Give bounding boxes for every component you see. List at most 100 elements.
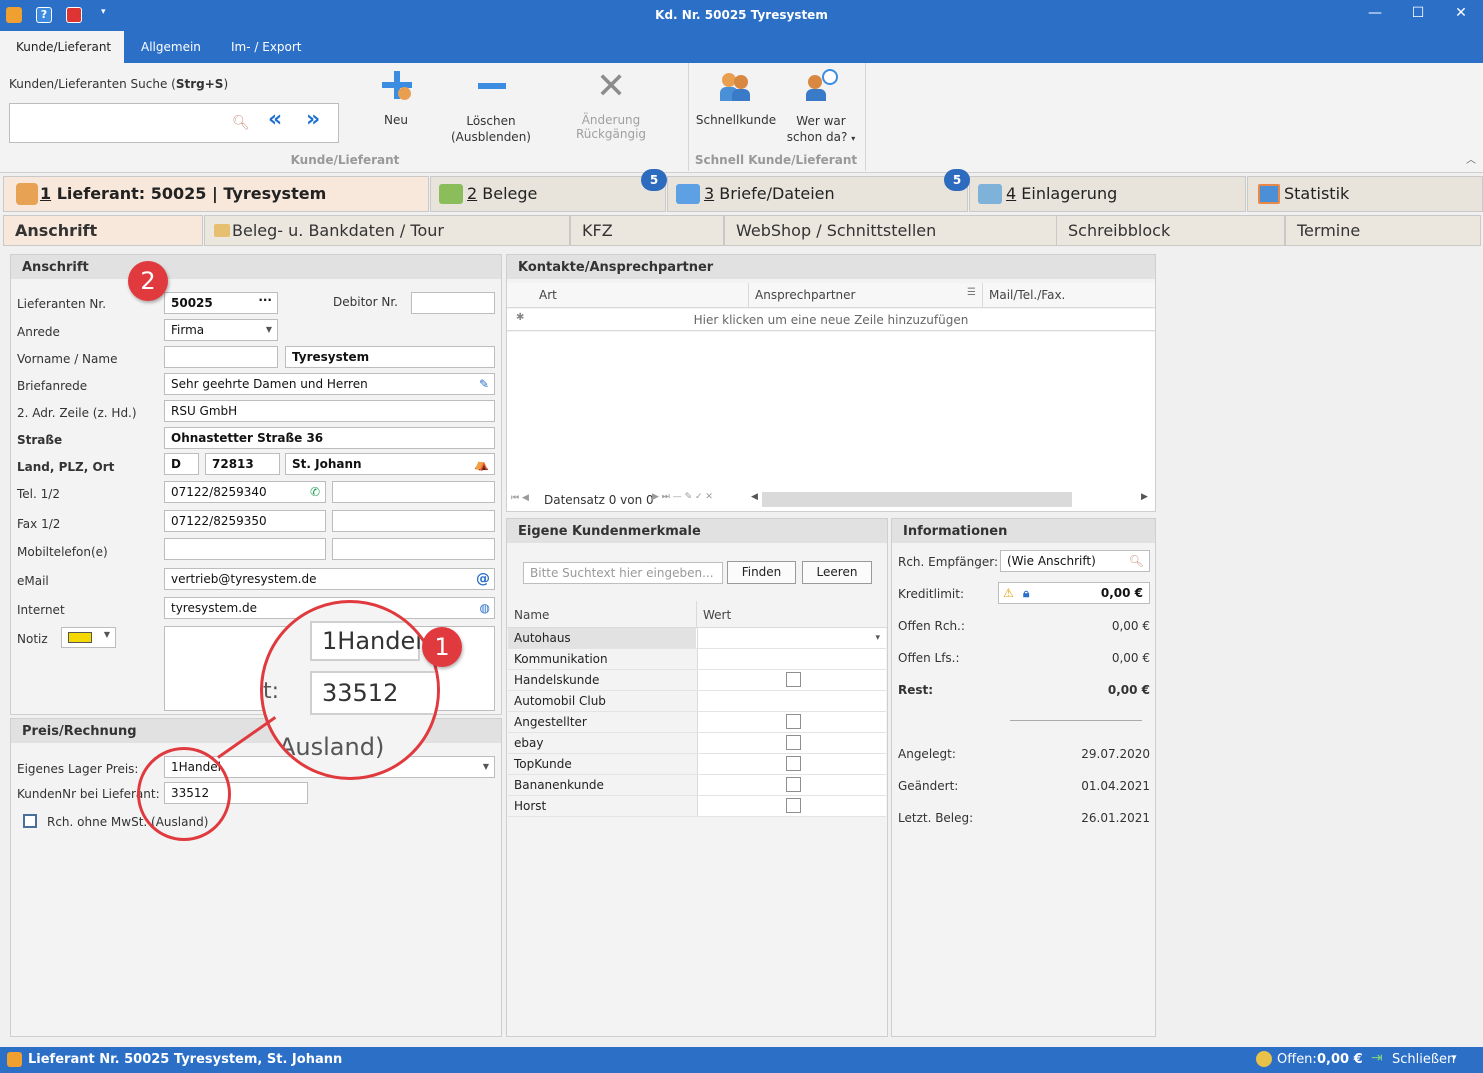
map-pin-icon[interactable]: ⛺: [474, 454, 489, 474]
attribute-checkbox[interactable]: [786, 735, 801, 750]
tab-statistik[interactable]: Statistik: [1247, 176, 1483, 212]
attribute-checkbox[interactable]: [786, 714, 801, 729]
clear-button[interactable]: Leeren: [802, 561, 872, 584]
debitor-field[interactable]: [411, 292, 495, 314]
mobile2-field[interactable]: [332, 538, 495, 560]
subtab-kfz[interactable]: KFZ: [570, 215, 724, 246]
table-row[interactable]: Horst: [508, 796, 886, 817]
table-row[interactable]: TopKunde: [508, 754, 886, 775]
table-row[interactable]: Bananenkunde: [508, 775, 886, 796]
horizontal-scrollbar[interactable]: [762, 492, 1072, 507]
subtab-beleg-bankdaten[interactable]: Beleg- u. Bankdaten / Tour: [204, 215, 570, 246]
table-row[interactable]: Handelskunde: [508, 670, 886, 691]
no-vat-checkbox[interactable]: [23, 814, 37, 828]
table-row[interactable]: Automobil Club: [508, 691, 886, 712]
city-field[interactable]: St. Johann ⛺: [285, 453, 495, 475]
navigator-edit-icons[interactable]: ▶ ⏭ — ✎ ✓ ✕: [652, 492, 713, 502]
table-row[interactable]: Angestellter: [508, 712, 886, 733]
column-art[interactable]: Art: [539, 288, 557, 302]
next-result-icon[interactable]: »: [306, 109, 320, 131]
attribute-value-cell[interactable]: [697, 691, 886, 711]
lock-icon[interactable]: 🔒︎: [1023, 583, 1029, 603]
zip-field[interactable]: 72813: [205, 453, 280, 475]
attribute-value-cell[interactable]: [697, 649, 886, 669]
attribute-value-cell[interactable]: [697, 670, 886, 690]
mobile1-field[interactable]: [164, 538, 326, 560]
ribbon-tab-allgemein[interactable]: Allgemein: [125, 31, 217, 63]
delete-button[interactable]: Löschen (Ausblenden): [448, 113, 534, 145]
chevron-down-icon[interactable]: ▾: [1452, 1053, 1457, 1063]
tab-belege[interactable]: 2 Belege: [430, 176, 666, 212]
phone-icon[interactable]: ✆: [310, 482, 320, 502]
note-color-picker[interactable]: ▼: [61, 627, 116, 648]
table-row[interactable]: ebay: [508, 733, 886, 754]
more-button[interactable]: ···: [258, 293, 272, 310]
credit-limit-field[interactable]: ⚠ 🔒︎ 0,00 €: [998, 582, 1150, 604]
address-line2-field[interactable]: RSU GmbH: [164, 400, 495, 422]
fax1-field[interactable]: 07122/8259350: [164, 510, 326, 532]
who-was-here-button[interactable]: Wer war schon da? ▾: [785, 113, 857, 147]
attribute-value-cell[interactable]: [697, 712, 886, 732]
supplier-number-field[interactable]: 50025 ···: [164, 292, 278, 314]
ribbon-tab-import-export[interactable]: Im- / Export: [215, 31, 318, 63]
phone2-field[interactable]: [332, 481, 495, 503]
attribute-value-cell[interactable]: [697, 796, 886, 816]
new-button[interactable]: Neu: [370, 113, 422, 127]
close-button[interactable]: Schließen: [1392, 1052, 1455, 1067]
column-value[interactable]: Wert: [703, 608, 731, 622]
delete-icon[interactable]: [478, 83, 506, 89]
tab-einlagerung[interactable]: 4 Einlagerung: [969, 176, 1246, 212]
attribute-value-cell[interactable]: [697, 733, 886, 753]
collapse-ribbon-icon[interactable]: ︿: [1466, 151, 1476, 166]
globe-icon[interactable]: ◍: [480, 598, 490, 618]
attribute-value-cell[interactable]: [697, 775, 886, 795]
phone1-field[interactable]: 07122/8259340 ✆: [164, 481, 326, 503]
salutation-select[interactable]: Firma ▼: [164, 319, 278, 341]
new-customer-icon[interactable]: [382, 71, 412, 101]
ribbon-tab-kunde-lieferant[interactable]: Kunde/Lieferant: [0, 31, 124, 63]
maximize-button[interactable]: ☐: [1398, 5, 1438, 21]
sort-icon[interactable]: ☰: [967, 287, 976, 298]
close-window-button[interactable]: ✕: [1441, 5, 1481, 21]
column-mail-tel-fax[interactable]: Mail/Tel./Fax.: [989, 288, 1065, 302]
at-icon[interactable]: @: [476, 569, 490, 589]
last-name-field[interactable]: Tyresystem: [285, 346, 495, 368]
first-name-field[interactable]: [164, 346, 278, 368]
scroll-left-icon[interactable]: ◀: [751, 492, 758, 502]
subtab-termine[interactable]: Termine: [1285, 215, 1481, 246]
table-row[interactable]: Autohaus ▾: [508, 628, 886, 649]
column-name[interactable]: Name: [514, 608, 549, 622]
customer-search-input[interactable]: 🔍︎ « »: [9, 103, 339, 143]
fax2-field[interactable]: [332, 510, 495, 532]
chevron-down-icon[interactable]: ▾: [875, 628, 880, 648]
country-field[interactable]: D: [164, 453, 199, 475]
table-row[interactable]: Kommunikation: [508, 649, 886, 670]
pencil-icon[interactable]: ✎: [479, 374, 489, 394]
column-ansprechpartner[interactable]: Ansprechpartner: [755, 288, 855, 302]
navigator-icons[interactable]: ⏮ ◀: [511, 493, 529, 503]
street-field[interactable]: Ohnastetter Straße 36: [164, 427, 495, 449]
attribute-value-cell[interactable]: [697, 754, 886, 774]
minimize-button[interactable]: —: [1355, 5, 1395, 21]
undo-changes-button[interactable]: Änderung Rückgängig: [545, 113, 677, 141]
attribute-checkbox[interactable]: [786, 756, 801, 771]
quick-customer-icon[interactable]: [720, 71, 752, 103]
previous-result-icon[interactable]: «: [268, 109, 282, 131]
who-was-here-icon[interactable]: [806, 69, 840, 103]
letter-salutation-field[interactable]: Sehr geehrte Damen und Herren ✎: [164, 373, 495, 395]
tab-briefe-dateien[interactable]: 3 Briefe/Dateien: [667, 176, 968, 212]
search-icon[interactable]: 🔍︎: [232, 113, 250, 133]
attribute-checkbox[interactable]: [786, 672, 801, 687]
invoice-recipient-field[interactable]: (Wie Anschrift) 🔍︎: [1000, 550, 1150, 572]
tab-lieferant[interactable]: 1 Lieferant: 50025 | Tyresystem: [3, 176, 429, 212]
search-icon[interactable]: 🔍︎: [1129, 551, 1144, 571]
attribute-value-cell[interactable]: ▾: [697, 628, 886, 648]
subtab-schreibblock[interactable]: Schreibblock: [1056, 215, 1285, 246]
scroll-right-icon[interactable]: ▶: [1141, 492, 1148, 502]
new-row[interactable]: ✱ Hier klicken um eine neue Zeile hinzuz…: [507, 309, 1155, 331]
find-button[interactable]: Finden: [727, 561, 796, 584]
quick-customer-button[interactable]: Schnellkunde: [693, 113, 779, 127]
subtab-webshop[interactable]: WebShop / Schnittstellen: [724, 215, 1057, 246]
attribute-checkbox[interactable]: [786, 798, 801, 813]
email-field[interactable]: vertrieb@tyresystem.de @: [164, 568, 495, 590]
